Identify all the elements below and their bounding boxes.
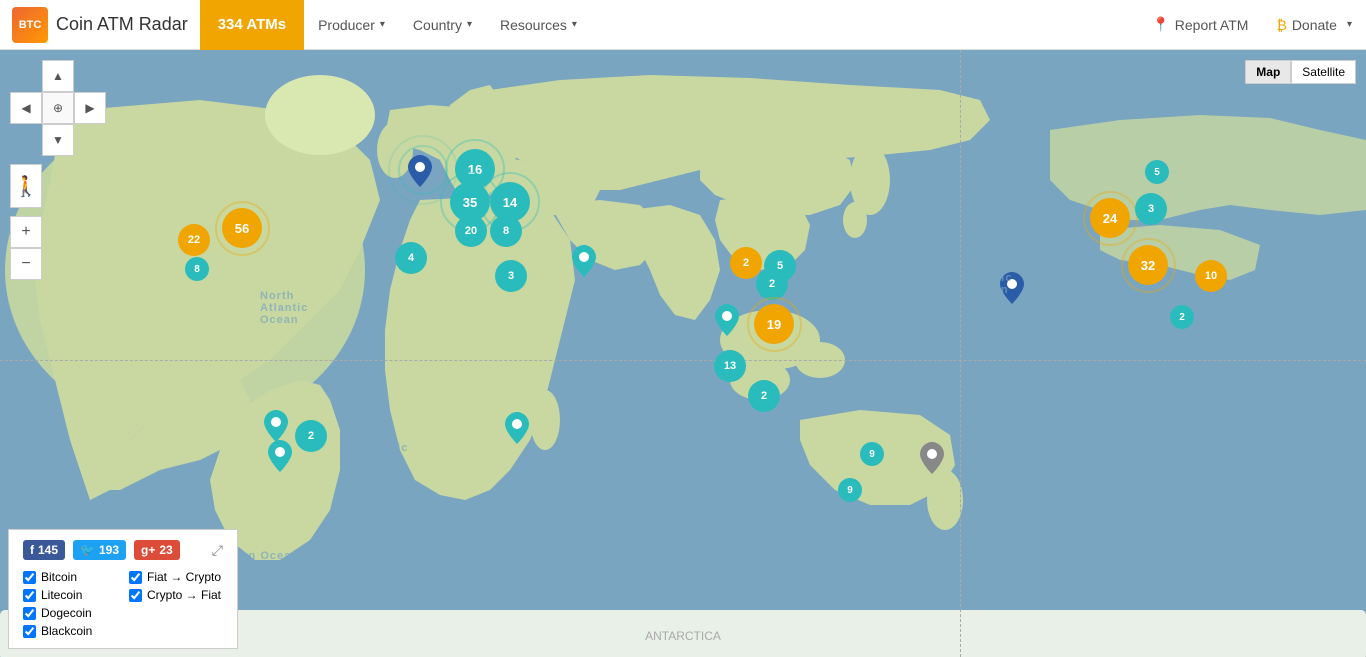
cluster-marker-7[interactable]: 8: [490, 215, 522, 247]
pin-argentina-1[interactable]: [264, 410, 288, 442]
producer-caret: ▾: [380, 19, 385, 30]
pin-argentina-2[interactable]: [268, 440, 292, 472]
legend-bitcoin: Bitcoin: [23, 570, 117, 584]
cluster-marker-9[interactable]: 3: [495, 260, 527, 292]
cluster-marker-20[interactable]: 3: [1135, 193, 1167, 225]
cluster-marker-17[interactable]: 9: [838, 478, 862, 502]
cluster-marker-10[interactable]: 2: [730, 247, 762, 279]
pin-uk[interactable]: [408, 155, 432, 187]
pan-right-button[interactable]: ▶: [74, 92, 106, 124]
cluster-marker-8[interactable]: 4: [395, 242, 427, 274]
nav-report-atm[interactable]: 📍 Report ATM: [1138, 0, 1262, 50]
legend-items: Bitcoin Fiat → Crypto Litecoin Crypto → …: [23, 570, 223, 638]
twitter-icon: 🐦: [80, 543, 95, 557]
twitter-share-button[interactable]: 🐦 193: [73, 540, 126, 560]
pin-new-zealand[interactable]: [920, 442, 944, 474]
nav-donate[interactable]: ₿ Donate ▾: [1262, 0, 1366, 50]
cluster-marker-23[interactable]: 10: [1195, 260, 1227, 292]
nav-resources[interactable]: Resources ▾: [486, 0, 591, 50]
cluster-marker-15[interactable]: 2: [748, 380, 780, 412]
country-caret: ▾: [467, 19, 472, 30]
pan-center: ⊕: [42, 92, 74, 124]
cluster-marker-12[interactable]: 2: [756, 268, 788, 300]
pin-icon: 📍: [1152, 16, 1169, 33]
cluster-marker-14[interactable]: 13: [714, 350, 746, 382]
cluster-marker-2[interactable]: 8: [185, 257, 209, 281]
map-controls: ▲ ◀ ⊕ ▶ ▼ 🚶 + −: [10, 60, 106, 280]
googleplus-share-button[interactable]: g+ 23: [134, 540, 180, 560]
map-type-map[interactable]: Map: [1245, 60, 1291, 84]
resources-caret: ▾: [572, 19, 577, 30]
map-container[interactable]: ANTARCTICA ▲ ◀ ⊕ ▶ ▼ 🚶 + − Map Satellite: [0, 50, 1366, 657]
zoom-in-button[interactable]: +: [10, 216, 42, 248]
pin-india[interactable]: [572, 245, 596, 277]
pan-up-button[interactable]: ▲: [42, 60, 74, 92]
legend-litecoin: Litecoin: [23, 588, 117, 602]
facebook-share-button[interactable]: f 145: [23, 540, 65, 560]
social-row: f 145 🐦 193 g+ 23 ⤢: [23, 540, 223, 560]
fiat-crypto-checkbox[interactable]: [129, 571, 142, 584]
legend-crypto-fiat: Crypto → Fiat: [129, 588, 223, 602]
navbar: BTC Coin ATM Radar 334 ATMs Producer ▾ C…: [0, 0, 1366, 50]
svg-text:ANTARCTICA: ANTARCTICA: [645, 629, 721, 643]
legend-blackcoin: Blackcoin: [23, 624, 117, 638]
blackcoin-checkbox[interactable]: [23, 625, 36, 638]
cluster-marker-22[interactable]: 32: [1128, 245, 1168, 285]
cluster-marker-16[interactable]: 9: [860, 442, 884, 466]
googleplus-count: 23: [159, 543, 172, 557]
zoom-out-button[interactable]: −: [10, 248, 42, 280]
googleplus-icon: g+: [141, 543, 155, 557]
dogecoin-checkbox[interactable]: [23, 607, 36, 620]
logo-text: BTC: [19, 19, 42, 31]
legend-fiat-crypto: Fiat → Crypto: [129, 570, 223, 584]
cluster-marker-24[interactable]: 2: [1170, 305, 1194, 329]
bitcoin-icon: ₿: [1276, 17, 1286, 33]
pin-thailand[interactable]: [715, 304, 739, 336]
cluster-marker-19[interactable]: 24: [1090, 198, 1130, 238]
cluster-marker-0[interactable]: 56: [222, 208, 262, 248]
site-title: Coin ATM Radar: [56, 14, 188, 35]
facebook-icon: f: [30, 543, 34, 557]
cluster-marker-18[interactable]: 2: [295, 420, 327, 452]
logo-badge: BTC: [12, 7, 48, 43]
pin-south-africa[interactable]: [505, 412, 529, 444]
facebook-count: 145: [38, 543, 58, 557]
legend-empty-2: [129, 624, 223, 638]
crypto-fiat-checkbox[interactable]: [129, 589, 142, 602]
nav-producer[interactable]: Producer ▾: [304, 0, 399, 50]
pan-down-button[interactable]: ▼: [42, 124, 74, 156]
cluster-marker-1[interactable]: 22: [178, 224, 210, 256]
map-type-satellite[interactable]: Satellite: [1291, 60, 1356, 84]
cluster-marker-6[interactable]: 20: [455, 215, 487, 247]
legend-dogecoin: Dogecoin: [23, 606, 117, 620]
street-view-button[interactable]: 🚶: [10, 164, 42, 208]
map-type-buttons: Map Satellite: [1245, 60, 1356, 84]
pin-pacific[interactable]: [1000, 272, 1024, 304]
donate-caret: ▾: [1347, 19, 1352, 30]
zoom-controls: + −: [10, 216, 106, 280]
legend-box: f 145 🐦 193 g+ 23 ⤢ Bitcoin Fiat → Crypt…: [8, 529, 238, 649]
pan-left-button[interactable]: ◀: [10, 92, 42, 124]
logo-area: BTC Coin ATM Radar: [0, 7, 200, 43]
expand-legend-button[interactable]: ⤢: [212, 542, 223, 559]
nav-country[interactable]: Country ▾: [399, 0, 486, 50]
cluster-marker-13[interactable]: 19: [754, 304, 794, 344]
atm-count-badge[interactable]: 334 ATMs: [200, 0, 304, 50]
twitter-count: 193: [99, 543, 119, 557]
cluster-marker-21[interactable]: 5: [1145, 160, 1169, 184]
bitcoin-checkbox[interactable]: [23, 571, 36, 584]
legend-empty-1: [129, 606, 223, 620]
litecoin-checkbox[interactable]: [23, 589, 36, 602]
